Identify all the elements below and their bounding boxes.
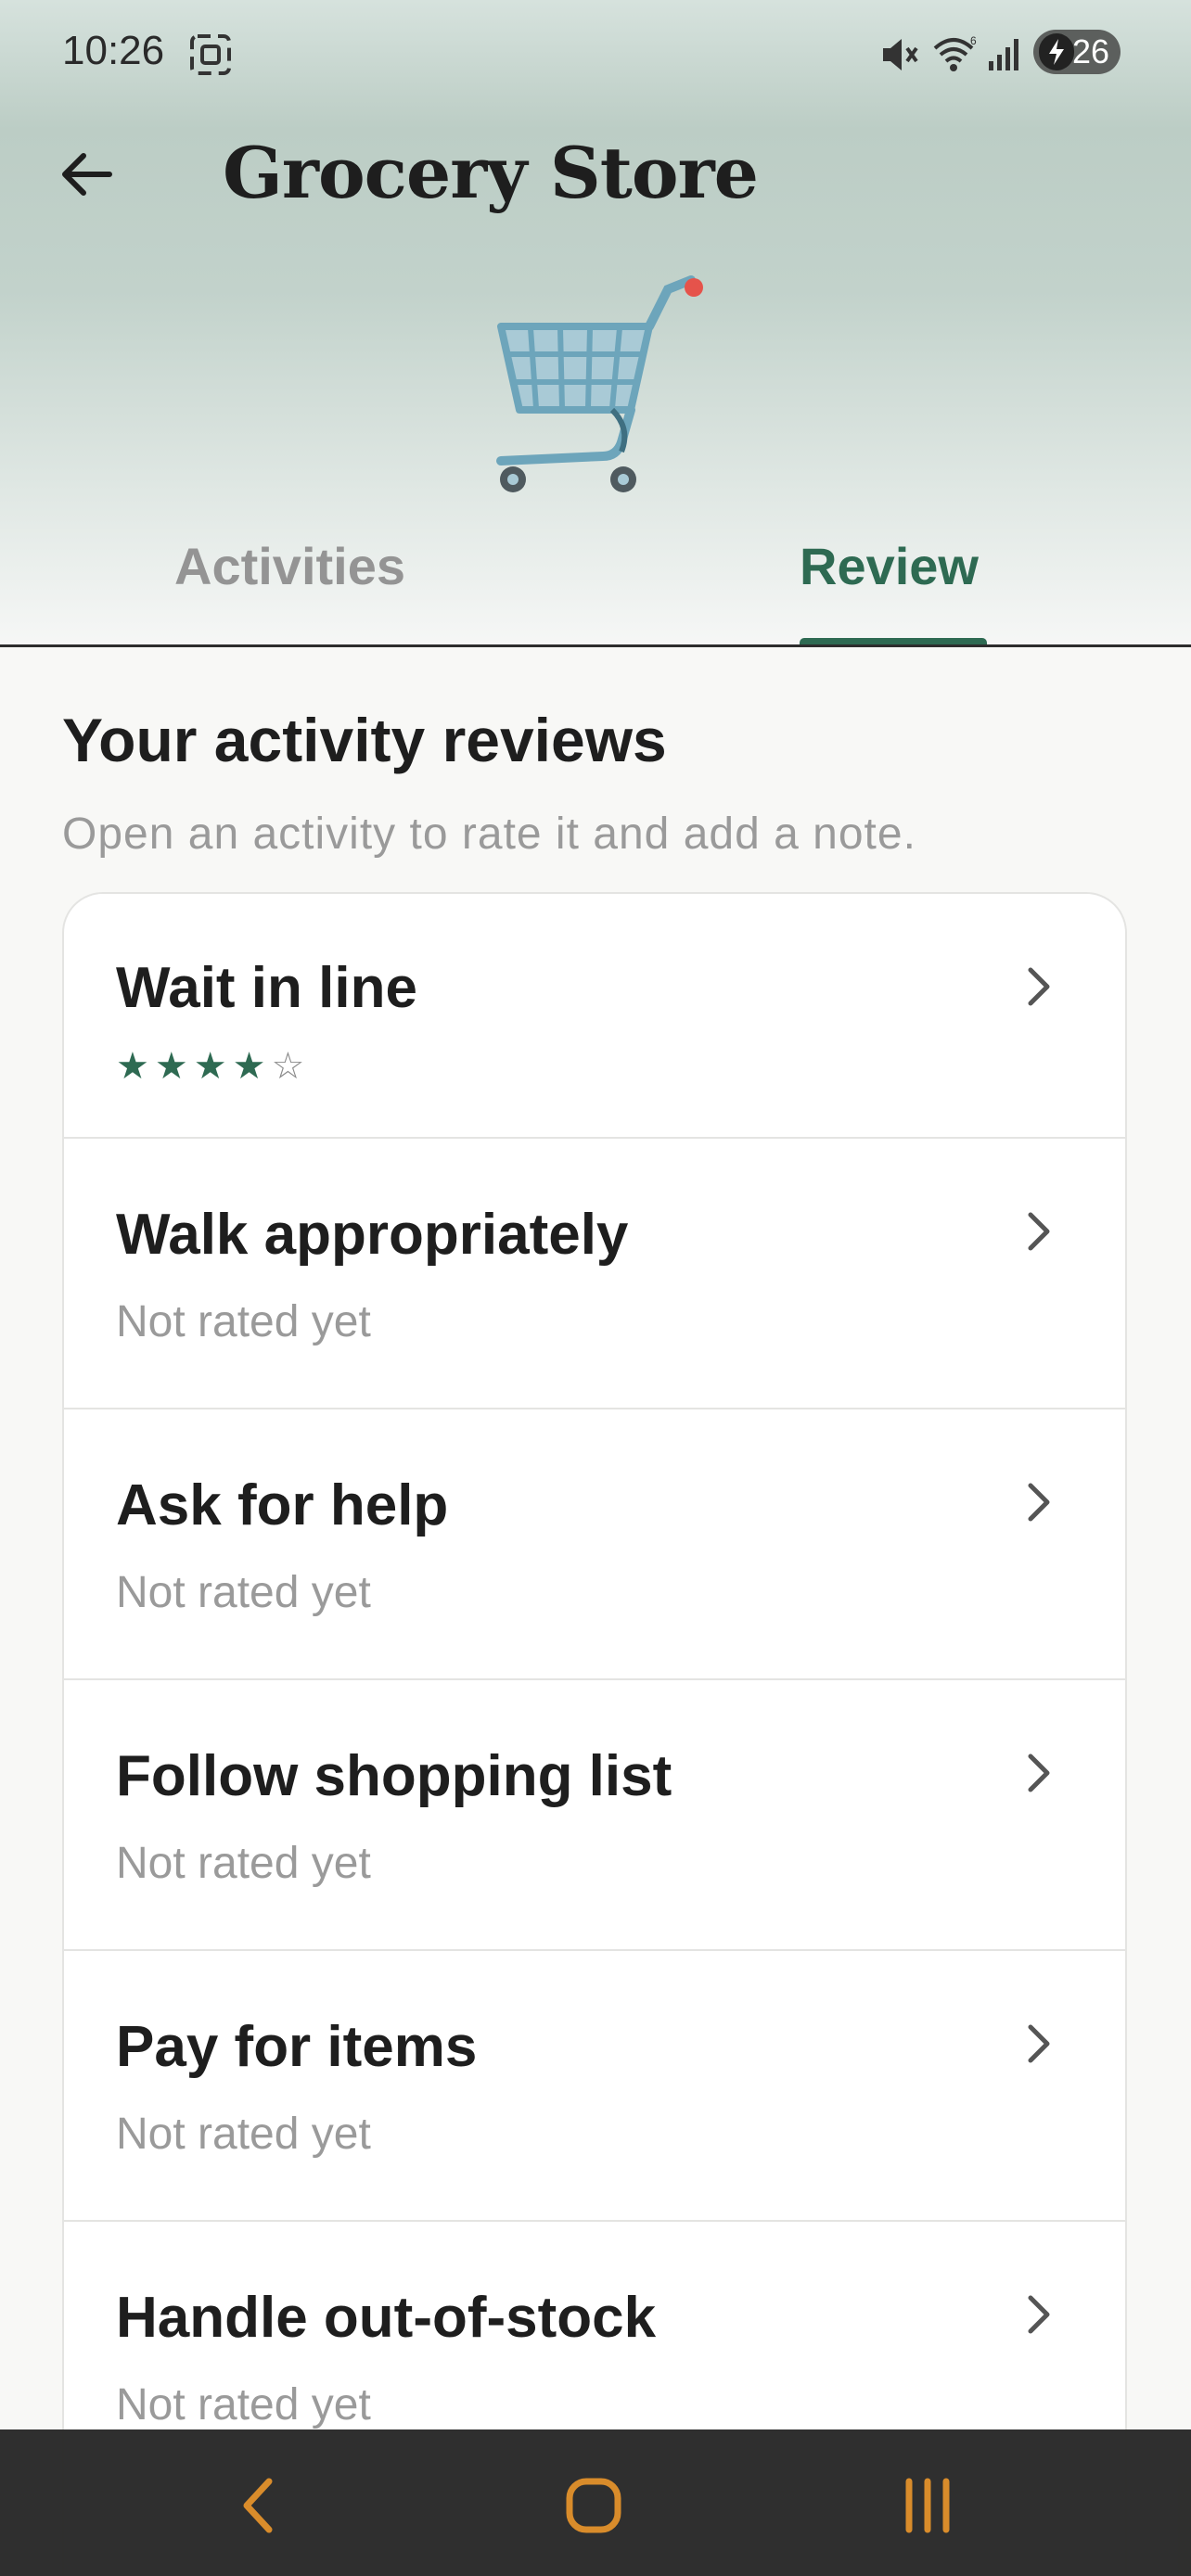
- star-filled-icon: ★: [232, 1045, 266, 1088]
- page-title: Grocery Store: [223, 132, 759, 214]
- item-status: Not rated yet: [116, 2110, 371, 2159]
- battery-charging-icon: [1039, 33, 1074, 70]
- system-home-icon[interactable]: [557, 2468, 631, 2543]
- tab-review[interactable]: Review: [800, 536, 979, 596]
- chevron-right-icon: [1028, 1212, 1050, 1251]
- shopping-cart-icon: [496, 275, 703, 492]
- item-status: Not rated yet: [116, 2380, 371, 2429]
- chevron-right-icon: [1028, 1753, 1050, 1792]
- item-title: Follow shopping list: [116, 1744, 672, 1808]
- star-rating: ★ ★ ★ ★ ☆: [116, 1048, 304, 1085]
- star-filled-icon: ★: [193, 1045, 227, 1088]
- back-button[interactable]: [54, 141, 121, 208]
- header-divider: [0, 644, 1191, 647]
- list-item-pay-for-items[interactable]: Pay for items Not rated yet: [64, 1951, 1125, 2222]
- grocery-store-screen: 10:26 6 26 Grocery Store Activities Revi…: [0, 0, 1191, 2576]
- chevron-right-icon: [1028, 967, 1050, 1006]
- list-item-follow-shopping-list[interactable]: Follow shopping list Not rated yet: [64, 1680, 1125, 1951]
- battery-indicator: 26: [1033, 30, 1121, 74]
- mute-icon: [883, 39, 918, 70]
- section-title: Your activity reviews: [62, 706, 667, 774]
- battery-level: 26: [1071, 32, 1109, 70]
- list-item-ask-for-help[interactable]: Ask for help Not rated yet: [64, 1409, 1125, 1680]
- item-title: Pay for items: [116, 2015, 478, 2079]
- wifi-icon: 6: [933, 34, 977, 71]
- item-title: Ask for help: [116, 1473, 449, 1537]
- item-title: Handle out-of-stock: [116, 2286, 657, 2350]
- item-status: Not rated yet: [116, 1297, 371, 1346]
- section-subtitle: Open an activity to rate it and add a no…: [62, 810, 916, 859]
- star-filled-icon: ★: [116, 1045, 149, 1088]
- screenshot-icon: [190, 34, 231, 75]
- list-item-wait-in-line[interactable]: Wait in line ★ ★ ★ ★ ☆: [64, 894, 1125, 1139]
- system-back-icon[interactable]: [223, 2468, 297, 2543]
- list-item-walk-appropriately[interactable]: Walk appropriately Not rated yet: [64, 1139, 1125, 1409]
- item-status: Not rated yet: [116, 1568, 371, 1617]
- tab-activities[interactable]: Activities: [174, 536, 405, 596]
- item-title: Wait in line: [116, 956, 417, 1020]
- item-status: Not rated yet: [116, 1839, 371, 1888]
- system-recents-icon[interactable]: [890, 2468, 965, 2543]
- chevron-right-icon: [1028, 2295, 1050, 2334]
- star-empty-icon: ☆: [271, 1045, 305, 1088]
- chevron-right-icon: [1028, 1483, 1050, 1522]
- signal-icon: [989, 39, 1018, 70]
- item-title: Walk appropriately: [116, 1203, 629, 1267]
- status-time: 10:26: [62, 28, 165, 73]
- star-filled-icon: ★: [154, 1045, 188, 1088]
- chevron-right-icon: [1028, 2024, 1050, 2063]
- svg-text:6: 6: [970, 34, 977, 47]
- reviews-list: Wait in line ★ ★ ★ ★ ☆ Walk appropriatel…: [62, 892, 1127, 2576]
